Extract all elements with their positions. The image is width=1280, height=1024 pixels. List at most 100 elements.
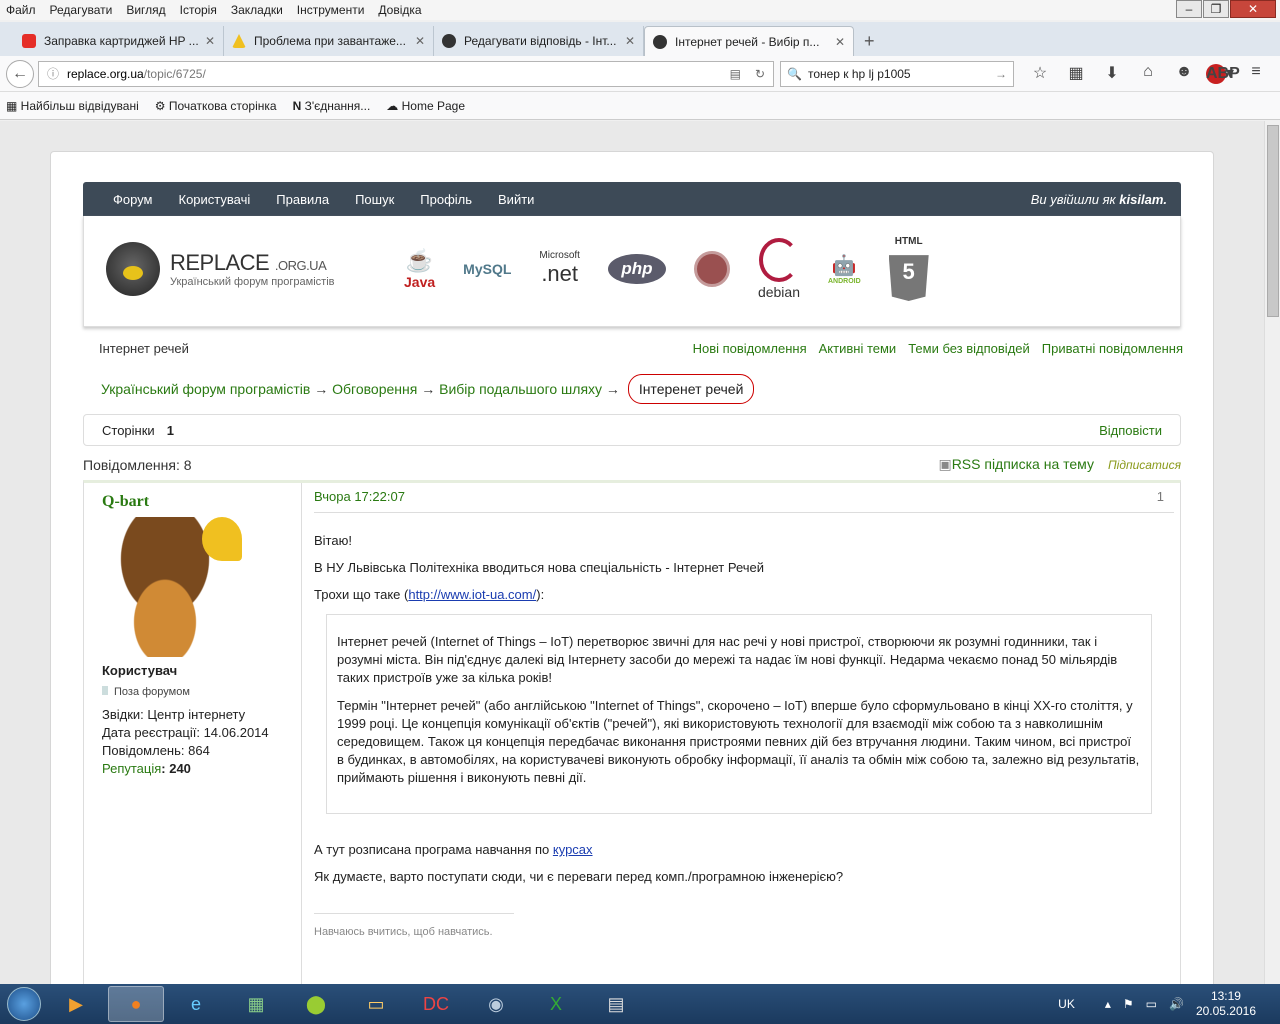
calculator-icon[interactable]: ▤: [588, 986, 644, 1022]
bookmark-star-icon[interactable]: ☆: [1022, 63, 1058, 84]
android-logo: 🤖 ANDROID: [828, 254, 861, 285]
bookmark-most-visited[interactable]: ▦ Найбільш відвідувані: [6, 99, 147, 113]
quote-block: Інтернет речей (Internet of Things – IoT…: [326, 614, 1152, 814]
adblock-icon[interactable]: ABP▾: [1202, 63, 1240, 84]
go-arrow-icon[interactable]: →: [995, 67, 1007, 81]
hamburger-menu-icon[interactable]: ≡: [1238, 63, 1274, 84]
maximize-button[interactable]: ❐: [1203, 0, 1229, 18]
site-logo[interactable]: REPLACE .ORG.UA Український форум програ…: [106, 242, 335, 296]
task-manager-icon[interactable]: ▦: [228, 986, 284, 1022]
link-active-topics[interactable]: Активні теми: [819, 341, 897, 356]
network-app-icon[interactable]: ◉: [468, 986, 524, 1022]
network-warning-icon[interactable]: ⚑: [1123, 997, 1134, 1011]
media-player-icon[interactable]: ▶: [48, 986, 104, 1022]
rss-link[interactable]: RSS підписка на тему: [938, 456, 1094, 473]
chat-icon[interactable]: ☻: [1166, 63, 1202, 84]
nav-users[interactable]: Користувачі: [179, 192, 251, 207]
post-author: Q-bart Користувач Поза форумом Звідки: Ц…: [84, 483, 302, 984]
start-button[interactable]: [0, 984, 48, 1024]
menu-file[interactable]: Файл: [6, 3, 36, 17]
html5-logo: HTML 5: [888, 236, 929, 301]
pagination-bar: Сторінки 1 Відповісти: [83, 414, 1181, 446]
page-1[interactable]: 1: [167, 423, 174, 438]
tab-2[interactable]: Проблема при завантаже... ✕: [224, 26, 434, 56]
tray-expand-icon[interactable]: ▴: [1105, 997, 1111, 1011]
forum-nav: Форум Користувачі Правила Пошук Профіль …: [83, 182, 1181, 216]
replace-icon: [653, 34, 667, 49]
tab-4[interactable]: Інтернет речей - Вибір п... ✕: [644, 26, 854, 56]
bookmark-home-page[interactable]: ☁ Home Page: [386, 99, 473, 113]
double-commander-icon[interactable]: DC: [408, 986, 464, 1022]
iot-link[interactable]: http://www.iot-ua.com/: [408, 587, 536, 602]
signature: Навчаюсь вчитись, щоб навчатись.: [314, 913, 514, 940]
firefox-icon[interactable]: ●: [108, 986, 164, 1022]
reader-view-icon[interactable]: ▤: [730, 67, 741, 81]
taskbar: ▶ ● e ▦ ⬤ ▭ DC ◉ X ▤ UK ▴ ⚑ ▭ 🔊 13:19 20.…: [0, 984, 1280, 1024]
author-role: Користувач: [102, 663, 178, 678]
scrollbar-thumb[interactable]: [1267, 125, 1279, 317]
new-tab-button[interactable]: +: [854, 31, 885, 56]
volume-icon[interactable]: 🔊: [1169, 997, 1184, 1011]
back-button[interactable]: ←: [6, 59, 34, 88]
internet-explorer-icon[interactable]: e: [168, 986, 224, 1022]
menu-view[interactable]: Вигляд: [126, 3, 165, 17]
author-registered: Дата реєстрації: 14.06.2014: [102, 725, 269, 740]
replace-icon: [442, 34, 456, 48]
site-banner: REPLACE .ORG.UA Український форум програ…: [83, 216, 1181, 327]
display-icon[interactable]: ▭: [1146, 997, 1157, 1011]
post-body: Вчора 17:22:07 1 Вітаю! В НУ Львівська П…: [314, 483, 1174, 940]
link-unanswered[interactable]: Теми без відповідей: [908, 341, 1030, 356]
bookmark-start-page[interactable]: ⚙ Початкова сторінка: [155, 99, 285, 113]
nav-profile[interactable]: Профіль: [420, 192, 472, 207]
clock[interactable]: 13:19 20.05.2016: [1196, 989, 1256, 1019]
nav-search[interactable]: Пошук: [355, 192, 394, 207]
posts-count: Повідомлення: 8: [83, 456, 192, 473]
tab-1[interactable]: Заправка картриджей HP ... ✕: [14, 26, 224, 56]
menu-tools[interactable]: Інструменти: [297, 3, 365, 17]
logged-in-as: Ви увійшли як kisilam.: [1030, 191, 1167, 207]
close-tab-icon[interactable]: ✕: [205, 34, 215, 48]
crumb-forum[interactable]: Український форум програмістів: [101, 381, 310, 397]
nav-logout[interactable]: Вийти: [498, 192, 534, 207]
download-icon[interactable]: ⬇: [1094, 63, 1130, 84]
pea-app-icon[interactable]: ⬤: [288, 986, 344, 1022]
crumb-discussion[interactable]: Обговорення: [332, 381, 417, 397]
tab-bar: Заправка картриджей HP ... ✕ Проблема при…: [0, 22, 1280, 56]
nav-rules[interactable]: Правила: [276, 192, 329, 207]
minimize-button[interactable]: –: [1176, 0, 1202, 18]
bookmark-connections[interactable]: N З'єднання...: [293, 99, 379, 113]
author-name[interactable]: Q-bart: [102, 493, 283, 511]
bookmarks-bar: ▦ Найбільш відвідувані ⚙ Початкова сторі…: [0, 92, 1280, 120]
subscribe-link[interactable]: Підписатися: [1108, 458, 1181, 472]
posts-header: Повідомлення: 8 RSS підписка на тему Під…: [83, 456, 1181, 473]
menu-bookmarks[interactable]: Закладки: [231, 3, 283, 17]
language-indicator[interactable]: UK: [1058, 997, 1075, 1011]
tab-3[interactable]: Редагувати відповідь - Інт... ✕: [434, 26, 644, 56]
close-window-button[interactable]: ✕: [1230, 0, 1276, 18]
close-tab-icon[interactable]: ✕: [835, 35, 845, 49]
menu-help[interactable]: Довідка: [378, 3, 421, 17]
close-tab-icon[interactable]: ✕: [625, 34, 635, 48]
excel-icon[interactable]: X: [528, 986, 584, 1022]
crumb-path[interactable]: Вибір подальшого шляху: [439, 381, 602, 397]
home-icon[interactable]: ⌂: [1130, 63, 1166, 84]
menu-history[interactable]: Історія: [180, 3, 217, 17]
replace-logo-icon: [106, 242, 160, 296]
reading-list-icon[interactable]: ▦: [1058, 63, 1094, 84]
file-explorer-icon[interactable]: ▭: [348, 986, 404, 1022]
search-input[interactable]: 🔍 тонер к hp lj p1005 →: [780, 60, 1014, 87]
post-time[interactable]: Вчора 17:22:07: [314, 489, 405, 504]
link-new-posts[interactable]: Нові повідомлення: [693, 341, 807, 356]
reply-link[interactable]: Відповісти: [1099, 423, 1162, 438]
menu-edit[interactable]: Редагувати: [50, 3, 113, 17]
close-tab-icon[interactable]: ✕: [415, 34, 425, 48]
system-tray: UK ▴ ⚑ ▭ 🔊 13:19 20.05.2016: [1058, 984, 1280, 1024]
post-number[interactable]: 1: [1157, 489, 1164, 504]
courses-link[interactable]: курсах: [553, 842, 593, 857]
reload-icon[interactable]: ↻: [755, 67, 765, 81]
vertical-scrollbar[interactable]: [1264, 121, 1280, 984]
link-private-messages[interactable]: Приватні повідомлення: [1042, 341, 1183, 356]
url-bar[interactable]: ⓘ replace.org.ua/topic/6725/ ▤ ↻: [38, 60, 774, 87]
info-icon[interactable]: ⓘ: [47, 65, 59, 82]
nav-forum[interactable]: Форум: [113, 192, 153, 207]
